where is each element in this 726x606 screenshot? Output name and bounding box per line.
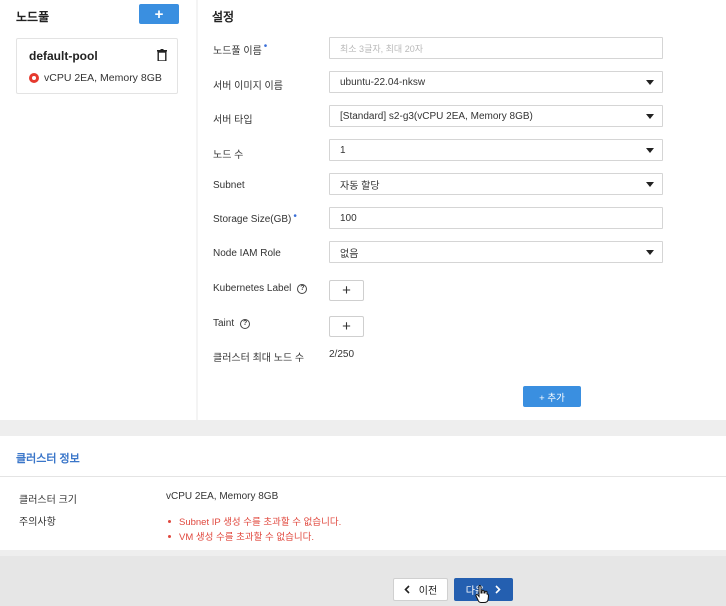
- node-pool-title: 노드풀: [16, 10, 50, 24]
- settings-title: 설정: [212, 10, 235, 24]
- server-type-label: 서버 타입: [213, 115, 253, 126]
- chevron-down-icon: [646, 182, 654, 187]
- server-type-value: [Standard] s2-g3(vCPU 2EA, Memory 8GB): [340, 110, 533, 122]
- kubernetes-label-text: Kubernetes Label: [213, 283, 292, 294]
- warning-item: Subnet IP 생성 수를 초과할 수 없습니다.: [168, 514, 341, 528]
- warning-item: VM 생성 수를 초과할 수 없습니다.: [168, 529, 314, 543]
- chevron-down-icon: [646, 250, 654, 255]
- server-image-select[interactable]: ubuntu-22.04-nksw: [329, 71, 663, 93]
- cluster-size-value: vCPU 2EA, Memory 8GB: [166, 491, 279, 502]
- chevron-left-icon: [404, 585, 410, 594]
- help-icon[interactable]: ?: [297, 283, 308, 294]
- add-button[interactable]: + 추가: [523, 386, 581, 407]
- chevron-right-icon: [495, 585, 501, 594]
- hand-cursor-icon: [475, 585, 489, 603]
- warning-bullet: [168, 519, 171, 523]
- server-image-value: ubuntu-22.04-nksw: [340, 76, 426, 88]
- node-iam-role-select[interactable]: 없음: [329, 241, 663, 263]
- required-marker: •: [263, 41, 268, 52]
- warnings-label: 주의사항: [19, 517, 56, 528]
- pool-name-label-text: 노드풀 이름: [213, 46, 262, 57]
- chevron-down-icon: [646, 80, 654, 85]
- storage-size-label: Storage Size(GB) •: [213, 211, 297, 225]
- trash-icon[interactable]: [157, 49, 167, 61]
- node-pool-panel: 노드풀 + default-pool vCPU 2EA, Memory 8GB: [0, 0, 196, 420]
- help-icon[interactable]: ?: [240, 318, 251, 329]
- node-pool-spec: vCPU 2EA, Memory 8GB: [29, 72, 162, 84]
- warning-text: VM 생성 수를 초과할 수 없습니다.: [179, 532, 314, 543]
- server-type-select[interactable]: [Standard] s2-g3(vCPU 2EA, Memory 8GB): [329, 105, 663, 127]
- cluster-size-label: 클러스터 크기: [19, 495, 77, 506]
- node-pool-spec-text: vCPU 2EA, Memory 8GB: [44, 72, 162, 84]
- cluster-info-title: 클러스터 정보: [16, 453, 80, 465]
- warning-text: Subnet IP 생성 수를 초과할 수 없습니다.: [179, 517, 342, 528]
- subnet-select[interactable]: 자동 할당: [329, 173, 663, 195]
- previous-button[interactable]: 이전: [393, 578, 448, 601]
- cluster-info-panel: 클러스터 정보 클러스터 크기 vCPU 2EA, Memory 8GB 주의사…: [0, 436, 726, 550]
- warning-bullet: [168, 534, 171, 538]
- max-nodes-label: 클러스터 최대 노드 수: [213, 353, 305, 364]
- previous-label: 이전: [418, 586, 438, 597]
- node-count-select[interactable]: 1: [329, 139, 663, 161]
- max-nodes-value: 2/250: [329, 349, 355, 360]
- node-count-label: 노드 수: [213, 150, 244, 161]
- node-pool-card[interactable]: default-pool vCPU 2EA, Memory 8GB: [16, 38, 178, 94]
- node-iam-role-label: Node IAM Role: [213, 248, 281, 259]
- subnet-label: Subnet: [213, 180, 245, 191]
- taint-label-text: Taint: [213, 318, 235, 329]
- main-area: 노드풀 + default-pool vCPU 2EA, Memory 8GB …: [0, 0, 726, 420]
- node-count-value: 1: [340, 144, 346, 156]
- chevron-down-icon: [646, 148, 654, 153]
- add-node-pool-button[interactable]: +: [139, 4, 179, 24]
- divider: [0, 476, 726, 477]
- node-pool-name: default-pool: [29, 49, 98, 63]
- required-marker: •: [293, 211, 297, 222]
- pool-name-input[interactable]: 최소 3글자, 최대 20자: [329, 37, 663, 59]
- node-iam-role-value: 없음: [340, 248, 359, 260]
- add-taint-button[interactable]: +: [329, 316, 364, 337]
- storage-size-label-text: Storage Size(GB): [213, 214, 292, 225]
- chevron-down-icon: [646, 114, 654, 119]
- pool-name-label: 노드풀 이름 •: [213, 41, 268, 57]
- server-image-label: 서버 이미지 이름: [213, 81, 283, 92]
- kubernetes-label-label: Kubernetes Label ?: [213, 283, 308, 294]
- taint-label: Taint ?: [213, 318, 251, 329]
- storage-size-input[interactable]: 100: [329, 207, 663, 229]
- settings-panel: 설정 노드풀 이름 • 최소 3글자, 최대 20자 서버 이미지 이름 ubu…: [198, 0, 726, 420]
- server-status-icon: [29, 73, 39, 83]
- add-kubernetes-label-button[interactable]: +: [329, 280, 364, 301]
- footer: 이전 다음: [0, 556, 726, 606]
- subnet-value: 자동 할당: [340, 180, 380, 192]
